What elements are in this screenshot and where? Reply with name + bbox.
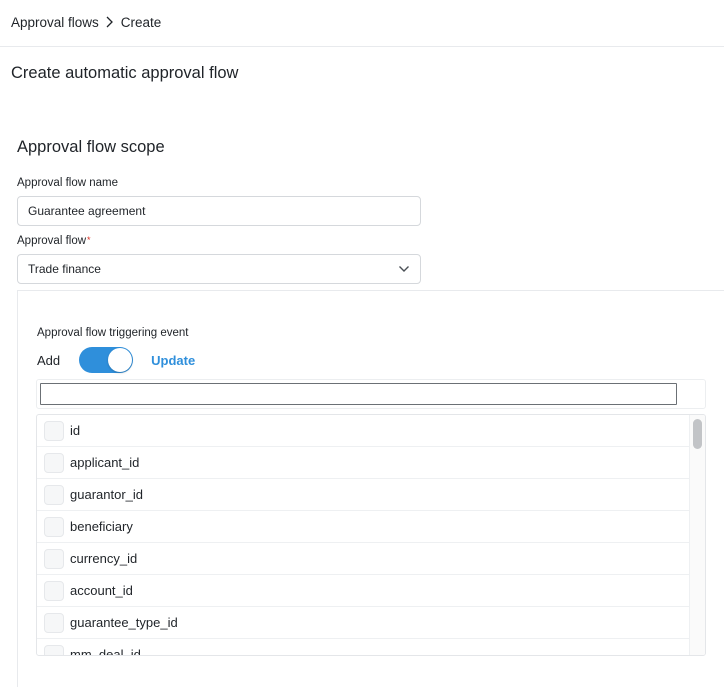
field-checkbox[interactable]: [44, 516, 64, 537]
field-checkbox[interactable]: [44, 484, 64, 505]
toggle-knob: [108, 348, 133, 372]
field-checkbox[interactable]: [44, 420, 64, 441]
field-list-item[interactable]: mm_deal_id: [37, 639, 691, 656]
approval-flow-name-label: Approval flow name: [17, 177, 118, 189]
field-item-label: guarantor_id: [70, 487, 143, 502]
field-item-label: account_id: [70, 583, 133, 598]
field-item-label: mm_deal_id: [70, 647, 141, 656]
field-filter-input[interactable]: [40, 383, 677, 405]
field-checkbox-list: id applicant_id guarantor_id beneficiary cur…: [36, 414, 706, 656]
triggering-event-label: Approval flow triggering event: [37, 327, 189, 339]
field-list-item[interactable]: guarantee_type_id: [37, 607, 691, 639]
page-title: Create automatic approval flow: [11, 64, 239, 82]
field-list-item[interactable]: currency_id: [37, 543, 691, 575]
field-list-item[interactable]: account_id: [37, 575, 691, 607]
field-checkbox[interactable]: [44, 548, 64, 569]
field-list-item[interactable]: id: [37, 415, 691, 447]
triggering-event-toggle-row: Add Update: [37, 347, 195, 373]
breadcrumb: Approval flows Create: [11, 13, 161, 31]
approval-flow-name-input[interactable]: [17, 196, 421, 226]
field-item-label: id: [70, 423, 81, 438]
field-checkbox[interactable]: [44, 452, 64, 473]
chevron-right-icon: [105, 16, 114, 28]
field-checkbox[interactable]: [44, 580, 64, 601]
toggle-label-update[interactable]: Update: [151, 353, 195, 368]
list-scrollbar[interactable]: [689, 415, 705, 655]
approval-flow-select[interactable]: Trade finance: [17, 254, 421, 284]
field-item-label: beneficiary: [70, 519, 133, 534]
field-list-item[interactable]: beneficiary: [37, 511, 691, 543]
field-list-item[interactable]: guarantor_id: [37, 479, 691, 511]
approval-flow-label: Approval flow*: [17, 235, 91, 247]
chevron-down-icon: [398, 265, 410, 273]
field-list-item[interactable]: applicant_id: [37, 447, 691, 479]
add-update-toggle[interactable]: [79, 347, 134, 373]
field-checkbox[interactable]: [44, 644, 64, 655]
breadcrumb-current: Create: [120, 14, 162, 30]
field-item-label: guarantee_type_id: [70, 615, 178, 630]
approval-flow-label-text: Approval flow: [17, 235, 87, 247]
required-marker: *: [87, 235, 91, 245]
toggle-label-add[interactable]: Add: [37, 353, 60, 368]
approval-flow-select-value: Trade finance: [28, 262, 101, 276]
breadcrumb-link-approval-flows[interactable]: Approval flows: [11, 15, 99, 30]
field-checkbox[interactable]: [44, 612, 64, 633]
header-divider: [0, 46, 724, 47]
field-item-label: applicant_id: [70, 455, 140, 470]
field-item-label: currency_id: [70, 551, 138, 566]
list-scrollbar-thumb[interactable]: [693, 419, 702, 449]
section-title-approval-flow-scope: Approval flow scope: [17, 138, 165, 156]
field-list: id applicant_id guarantor_id beneficiary cur…: [37, 415, 691, 656]
